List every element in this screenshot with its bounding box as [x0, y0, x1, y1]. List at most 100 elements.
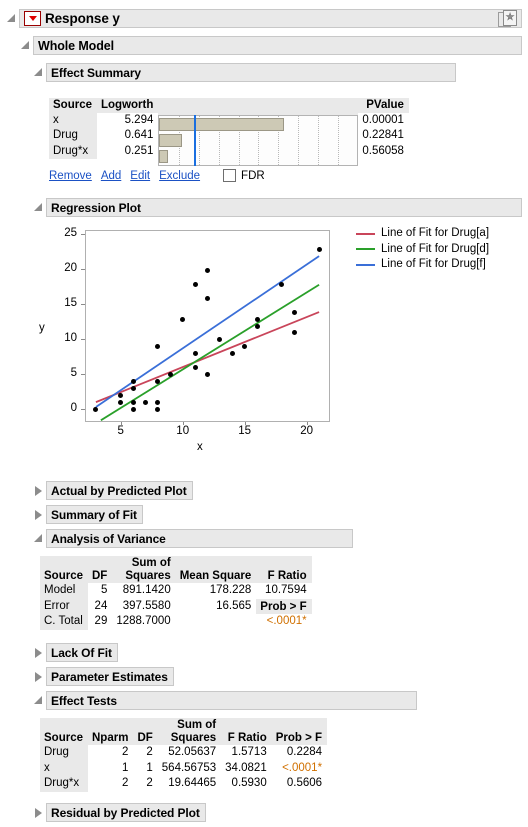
response-outline-row[interactable]: Response y ✮ [6, 8, 522, 29]
table-row: Drug*x 2 2 19.64465 0.5930 0.5606 [40, 776, 327, 792]
whole-model-title-plate: Whole Model [33, 36, 522, 55]
x-tick-label: 15 [238, 425, 252, 437]
effect-summary-outline-row[interactable]: Effect Summary [33, 62, 456, 83]
whole-model-outline-row[interactable]: Whole Model [20, 35, 522, 56]
chart-gridline [297, 116, 299, 165]
fit-line [95, 255, 320, 408]
cell-sum-of-squares: 564.56753 [161, 761, 217, 774]
col-df: DF [133, 718, 158, 745]
table-row: 0.22841 [358, 128, 409, 144]
cell-f-ratio: 0.5930 [231, 777, 267, 789]
disclosure-triangle-residual-by-predicted[interactable] [33, 807, 44, 818]
cell-source: Drug*x [40, 776, 88, 792]
effect-tests-table: Source Nparm DF Sum of Squares F Ratio Prob >… [40, 718, 328, 792]
col-source: Source [40, 556, 88, 583]
window-layers-front: ✮ [503, 10, 517, 26]
cell-source: Error [40, 598, 88, 614]
cell-df: 2 [146, 746, 153, 758]
scatter-point [291, 309, 297, 315]
cell-df: 29 [94, 615, 108, 627]
disclosure-triangle-actual-by-predicted[interactable] [33, 485, 44, 496]
disclosure-triangle-summary-of-fit[interactable] [33, 509, 44, 520]
cell-source: Drug [40, 745, 88, 761]
table-row[interactable]: x 5.294 [49, 112, 158, 128]
disclosure-triangle-lack-of-fit[interactable] [33, 647, 44, 658]
disclosure-triangle-effect-summary[interactable] [33, 67, 44, 78]
scatter-point [205, 295, 210, 301]
scatter-point [205, 267, 210, 273]
residual-by-predicted-title-plate: Residual by Predicted Plot [46, 803, 206, 822]
table-row: x 1 1 564.56753 34.0821 <.0001* [40, 760, 327, 776]
cell-source: Drug*x [49, 143, 97, 159]
exclude-link[interactable]: Exclude [159, 170, 200, 182]
legend-item[interactable]: Line of Fit for Drug[f] [356, 257, 489, 273]
disclosure-triangle-regression-plot[interactable] [33, 202, 44, 213]
cell-sum-of-squares: 52.05637 [168, 746, 217, 758]
window-layers-star-icon[interactable]: ✮ [498, 10, 517, 27]
effect-summary-actions: Remove Add Edit Exclude FDR [49, 169, 409, 182]
legend-item[interactable]: Line of Fit for Drug[a] [356, 226, 489, 242]
effect-summary-bar-chart [158, 115, 359, 166]
remove-link[interactable]: Remove [49, 170, 92, 182]
col-sum-of-squares: Sum of Squares [157, 718, 222, 745]
col-pvalue: PValue [358, 98, 409, 113]
scatter-point [192, 281, 198, 287]
y-tick-label: 25 [64, 227, 77, 240]
cell-f-ratio: Prob > F [256, 598, 312, 614]
cell-prob-f: 0.2284 [286, 746, 323, 758]
chart-gridline [337, 116, 339, 165]
cell-mean-square: 16.565 [216, 599, 252, 612]
chart-gridline [317, 116, 319, 165]
disclosure-triangle-parameter-estimates[interactable] [33, 671, 44, 682]
scatter-point [254, 323, 260, 329]
red-triangle-menu-icon[interactable] [24, 11, 41, 26]
disclosure-triangle-effect-tests[interactable] [33, 695, 44, 706]
summary-of-fit-outline-row[interactable]: Summary of Fit [33, 504, 143, 525]
col-nparm: Nparm [88, 718, 134, 745]
table-header-row: Source Logworth [49, 98, 159, 113]
table-row[interactable]: Drug*x 0.251 [49, 143, 158, 159]
table-header-row: Source DF Sum of Squares Mean Square F Ratio [40, 556, 312, 583]
cell-prob-f: 0.5606 [286, 777, 323, 789]
col-prob---f: Prob > F [271, 718, 328, 745]
significance-reference-line [194, 115, 197, 166]
col-df: DF [88, 556, 113, 583]
legend-item[interactable]: Line of Fit for Drug[d] [356, 242, 489, 258]
disclosure-triangle-response[interactable] [6, 13, 17, 24]
cell-f-ratio: <.0001* [266, 615, 307, 627]
table-row: C. Total 29 1288.7000 <.0001* [40, 614, 312, 630]
summary-of-fit-title-plate: Summary of Fit [46, 505, 143, 524]
response-title-plate: Response y ✮ [19, 9, 522, 28]
cell-f-ratio: 34.0821 [225, 761, 267, 774]
edit-link[interactable]: Edit [130, 170, 150, 182]
regression-plot-outline-row[interactable]: Regression Plot [33, 197, 522, 218]
anova-table: Source DF Sum of Squares Mean Square F Ratio… [40, 556, 312, 630]
cell-pvalue: 0.00001 [362, 113, 404, 126]
parameter-estimates-outline-row[interactable]: Parameter Estimates [33, 666, 174, 687]
page-title: Response y [45, 11, 120, 26]
add-link[interactable]: Add [101, 170, 121, 182]
cell-sum-of-squares: 891.1420 [122, 584, 171, 596]
fdr-label: FDR [241, 169, 265, 182]
cell-df: 1 [146, 761, 153, 774]
effect-summary-pvalue-table: PValue 0.00001 0.22841 0.56058 [358, 98, 409, 159]
col-logworth: Logworth [97, 98, 159, 113]
residual-by-predicted-outline-row[interactable]: Residual by Predicted Plot [33, 802, 206, 823]
disclosure-triangle-whole-model[interactable] [20, 40, 31, 51]
lack-of-fit-outline-row[interactable]: Lack Of Fit [33, 642, 118, 663]
table-row[interactable]: Drug 0.641 [49, 128, 158, 144]
cell-source: x [40, 760, 88, 776]
analysis-of-variance-title-plate: Analysis of Variance [46, 529, 353, 548]
y-tick-label: 0 [70, 401, 77, 414]
analysis-of-variance-outline-row[interactable]: Analysis of Variance [33, 528, 353, 549]
cell-source: x [49, 112, 97, 128]
col-mean-square: Mean Square [175, 556, 257, 583]
actual-by-predicted-outline-row[interactable]: Actual by Predicted Plot [33, 480, 193, 501]
cell-df: 5 [100, 584, 108, 596]
scatter-plot-area[interactable] [85, 230, 330, 422]
scatter-point [130, 407, 136, 413]
disclosure-triangle-analysis-of-variance[interactable] [33, 533, 44, 544]
fit-lines-svg [95, 255, 320, 421]
fdr-checkbox[interactable] [223, 169, 237, 182]
effect-tests-outline-row[interactable]: Effect Tests [33, 690, 417, 711]
